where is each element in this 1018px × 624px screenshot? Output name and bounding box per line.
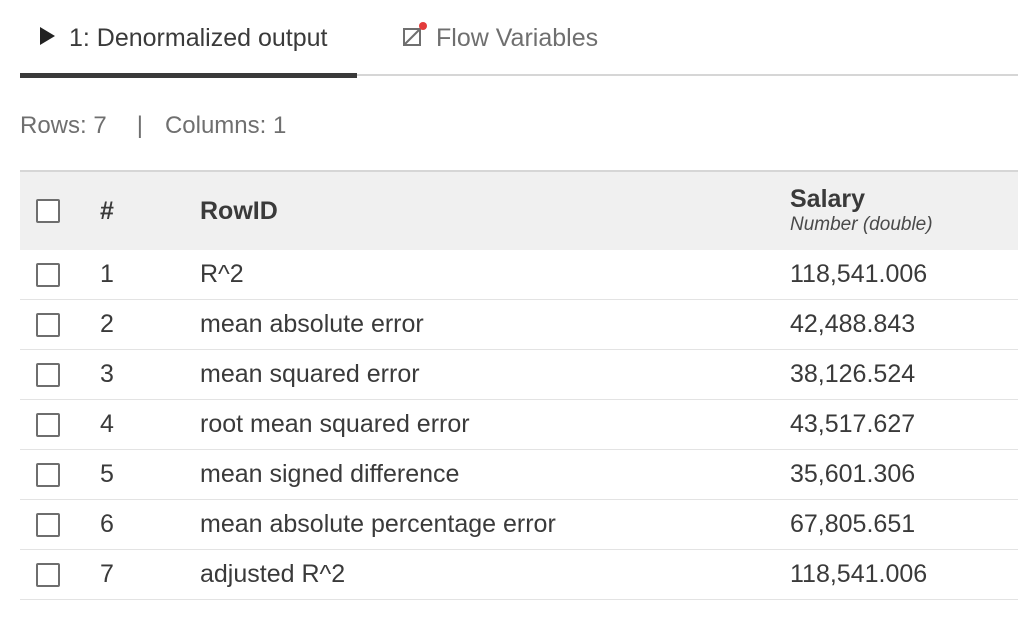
row-id: root mean squared error [200,410,470,438]
header-salary-title: Salary [790,185,866,213]
flow-variables-icon [402,22,427,48]
row-value: 35,601.306 [790,460,916,488]
row-number: 6 [100,510,114,538]
tab-bar: 1: Denormalized output Flow Variables [20,0,1018,78]
columns-count: Columns: 1 [164,112,287,139]
header-salary[interactable]: Salary Number (double) [790,172,933,250]
row-value: 67,805.651 [790,510,916,538]
row-id: mean absolute percentage error [200,510,556,538]
table-row: 4 root mean squared error 43,517.627 [20,400,1018,450]
row-checkbox-cell [36,250,60,299]
table-row: 5 mean signed difference 35,601.306 [20,450,1018,500]
row-checkbox-cell [36,400,60,449]
row-number: 7 [100,560,114,588]
row-value: 118,541.006 [790,260,928,288]
row-checkbox[interactable] [36,262,60,287]
row-checkbox-cell [36,300,60,349]
row-id: mean absolute error [200,310,424,338]
tab-flow-variables[interactable]: Flow Variables [402,0,598,76]
tab-output-label: 1: Denormalized output [69,23,328,52]
select-all-checkbox[interactable] [36,199,60,223]
row-checkbox-cell [36,550,60,599]
header-row-number: # [100,196,114,225]
table-row: 1 R^2 118,541.006 [20,250,1018,300]
row-checkbox[interactable] [36,562,60,587]
data-table: # RowID Salary Number (double) 1 R^2 118… [20,170,1018,600]
row-id: mean squared error [200,360,420,388]
row-value: 43,517.627 [790,410,916,438]
table-body: 1 R^2 118,541.006 2 mean absolute error … [20,250,1018,600]
tab-denormalized-output[interactable]: 1: Denormalized output [20,0,357,78]
tab-flow-label: Flow Variables [436,23,599,52]
play-icon [40,27,55,45]
table-row: 6 mean absolute percentage error 67,805.… [20,500,1018,550]
row-id: R^2 [200,260,244,288]
row-number: 4 [100,410,114,438]
table-row: 3 mean squared error 38,126.524 [20,350,1018,400]
table-row: 7 adjusted R^2 118,541.006 [20,550,1018,600]
row-checkbox-cell [36,500,60,549]
row-checkbox[interactable] [36,362,60,387]
row-checkbox-cell [36,450,60,499]
notification-dot [419,22,427,30]
table-stats: Rows: 7 | Columns: 1 [20,112,286,140]
row-number: 3 [100,360,114,388]
row-number: 2 [100,310,114,338]
row-checkbox[interactable] [36,412,60,437]
row-checkbox[interactable] [36,312,60,337]
row-number: 5 [100,460,114,488]
row-checkbox[interactable] [36,462,60,487]
row-value: 42,488.843 [790,310,916,338]
table-header: # RowID Salary Number (double) [20,170,1018,250]
stats-separator: | [136,112,143,139]
header-rowid[interactable]: RowID [200,172,278,250]
row-checkbox-cell [36,350,60,399]
table-row: 2 mean absolute error 42,488.843 [20,300,1018,350]
header-checkbox-cell [36,172,60,250]
row-id: mean signed difference [200,460,460,488]
row-id: adjusted R^2 [200,560,346,588]
row-number: 1 [100,260,114,288]
rows-count: Rows: 7 [20,112,107,139]
row-value: 118,541.006 [790,560,928,588]
row-value: 38,126.524 [790,360,916,388]
header-salary-type: Number (double) [790,214,933,235]
row-checkbox[interactable] [36,512,60,537]
